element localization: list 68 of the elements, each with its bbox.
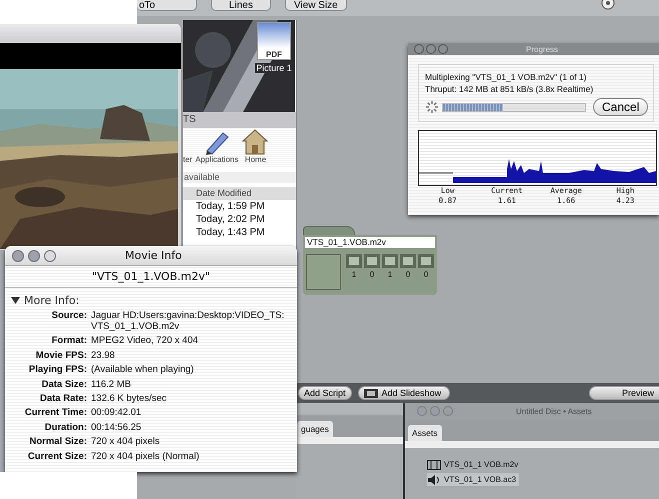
field-value: Jaguar HD:Users:gavina:Desktop:VIDEO_TS:VTS_01_1.VOB.m2v: [91, 310, 285, 332]
field-label: Duration:: [44, 422, 87, 433]
status-text: available: [183, 172, 296, 183]
field-value: MPEG2 Video, 720 x 404: [91, 335, 200, 346]
field-label: Format:: [50, 335, 87, 346]
icon-label[interactable]: Picture 1: [255, 63, 293, 73]
tab[interactable]: Assets: [408, 425, 442, 441]
stream-count: 1: [388, 270, 392, 279]
stream-count: 0: [424, 270, 428, 279]
stream-count: 0: [370, 270, 374, 279]
stream-count: 1: [352, 270, 356, 279]
tile-tab[interactable]: [303, 226, 355, 235]
popup-menu[interactable]: View Size: [285, 0, 347, 11]
date-cell-text: Today, 2:02 PM: [195, 213, 266, 226]
disclosure-triangle-down-icon[interactable]: [11, 296, 20, 305]
date-cell-text: Today, 1:59 PM: [195, 200, 266, 213]
toolbar-button[interactable]: Add Script: [298, 386, 352, 400]
field-label: Current Time:: [24, 407, 87, 418]
minimize-button-icon[interactable]: [426, 44, 436, 54]
window-title: Progress: [526, 44, 558, 54]
field-value: (Available when playing): [91, 364, 195, 376]
date-cell-text: Today, 1:43 PM: [195, 226, 266, 239]
thumbnail: [306, 254, 341, 290]
cancel-button[interactable]: Cancel: [593, 98, 648, 116]
window-title: TS: [183, 112, 296, 128]
field-label: Data Size:: [40, 378, 87, 390]
close-button-icon[interactable]: [12, 250, 24, 262]
popup-menu[interactable]: oTo: [137, 0, 197, 11]
toolbar-button[interactable]: Preview: [589, 386, 659, 400]
toolbar-label[interactable]: ter: [183, 155, 192, 164]
stream-count: 0: [406, 270, 410, 279]
popup-menu[interactable]: Lines: [211, 0, 271, 11]
minimize-button-icon[interactable]: [28, 250, 40, 262]
file-type-label: PDF: [266, 50, 282, 59]
field-label: Current Size:: [26, 450, 87, 462]
throughput-text: Thruput: 142 MB at 851 kB/s (3.8x Realtime): [425, 83, 594, 95]
field-value: 00:09:42.01: [91, 407, 142, 418]
tab[interactable]: guages: [297, 421, 333, 437]
window-title: Movie Info: [125, 249, 182, 262]
field-label: Data Rate:: [39, 392, 87, 404]
field-value: 00:14:56.25: [91, 422, 142, 433]
asset-item[interactable]: VTS_01_1 VOB.m2v: [427, 458, 522, 471]
field-value: 23.98: [91, 350, 116, 361]
zoom-button-icon[interactable]: [438, 44, 448, 54]
window-title: Untitled Disc • Assets: [516, 406, 592, 416]
field-value: 132.6 K bytes/sec: [91, 392, 168, 404]
slides-icon: [364, 388, 378, 398]
toolbar-button[interactable]: Add Slideshow: [358, 386, 450, 400]
toolbar-label[interactable]: Applications: [195, 155, 238, 164]
field-value: 720 x 404 pixels: [91, 436, 161, 448]
toolbar-label[interactable]: Home: [244, 155, 266, 164]
house-icon[interactable]: [241, 127, 270, 155]
status-message: Multiplexing "VTS_01_1 VOB.m2v" (1 of 1): [425, 71, 588, 83]
zoom-button-icon[interactable]: [44, 250, 56, 262]
field-label: Source:: [50, 310, 87, 323]
track-name-field[interactable]: VTS_01_1.VOB.m2v: [303, 235, 437, 250]
spinner-icon: [425, 100, 439, 114]
pdf-document-icon[interactable]: PDF: [257, 22, 291, 60]
field-label: Playing FPS:: [28, 364, 87, 376]
field-label: Movie FPS:: [34, 350, 87, 361]
close-button-icon[interactable]: [414, 44, 424, 54]
section-label[interactable]: More Info:: [24, 294, 80, 307]
field-value: 720 x 404 pixels (Normal): [91, 450, 200, 462]
column-header[interactable]: Date Modified: [183, 187, 296, 200]
file-name: "VTS_01_1.VOB.m2v": [5, 266, 297, 288]
asset-item[interactable]: VTS_01_1 VOB.ac3: [427, 473, 520, 486]
field-label: Normal Size:: [28, 436, 87, 448]
field-value: 116.2 MB: [91, 378, 132, 390]
